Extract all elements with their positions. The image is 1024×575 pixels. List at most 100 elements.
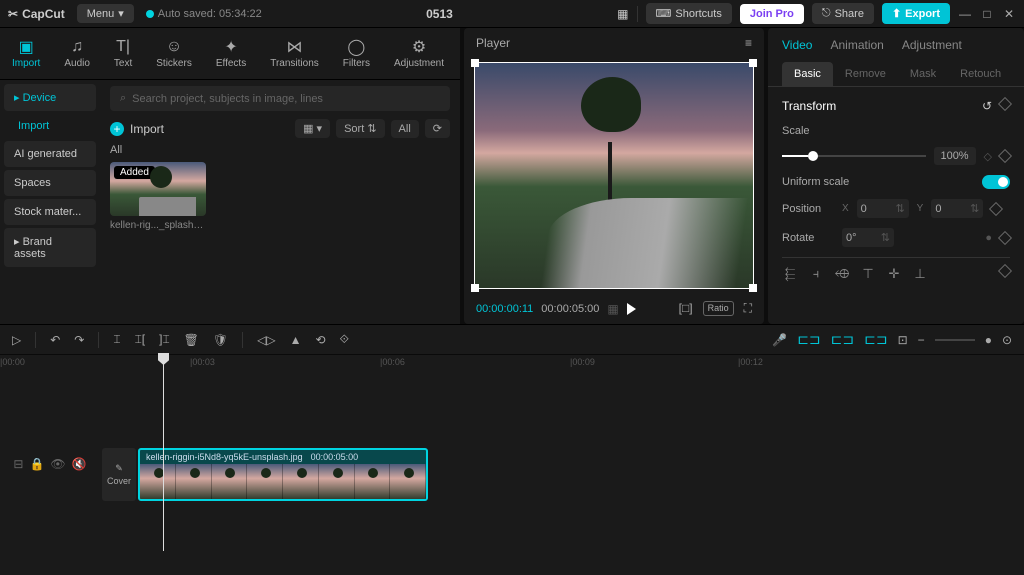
sidebar-item-device[interactable]: ▸ Device [4,84,96,111]
crop-icon[interactable]: ⟐ [340,332,349,347]
rotate-icon[interactable]: ⟲ [315,333,325,347]
subtab-basic[interactable]: Basic [782,62,833,86]
position-x-input[interactable]: 0⇅ [857,199,909,218]
search-input[interactable]: ⌕ Search project, subjects in image, lin… [110,86,450,111]
track-visible-icon[interactable]: 👁 [50,457,65,471]
sort-button[interactable]: Sort ⇅ [336,119,384,138]
split-right-icon[interactable]: ]⌶ [159,332,170,347]
timeline-ruler[interactable]: |00:00 |00:03 |00:06 |00:09 |00:12 [0,355,1024,373]
align-top-icon[interactable]: ⊤ [860,266,876,282]
marker-icon[interactable]: 🛡 [213,333,228,347]
subtab-mask[interactable]: Mask [898,62,948,86]
share-button[interactable]: ⎋ Share [812,3,874,24]
tab-import[interactable]: ▣Import [0,34,52,73]
keyframe-icon[interactable] [998,97,1012,111]
align-center-v-icon[interactable]: ✛ [886,266,902,282]
tab-filters[interactable]: ◯Filters [331,34,382,73]
focus-icon[interactable]: [□] [679,301,693,316]
resize-handle-bl[interactable] [471,284,479,292]
align-right-icon[interactable]: ⬲ [834,266,850,282]
play-button[interactable] [627,303,636,315]
flip-icon[interactable]: ▲ [290,333,302,347]
resize-handle-tl[interactable] [471,59,479,67]
media-thumbnail[interactable]: Added kellen-rig..._splash.jpg [110,162,206,231]
subtab-remove[interactable]: Remove [833,62,898,86]
snap-icon[interactable]: ⊏⊐ [864,331,887,348]
keyframe-icon[interactable] [989,201,1003,215]
props-tab-video[interactable]: Video [782,38,812,52]
subtab-retouch[interactable]: Retouch [948,62,1013,86]
playhead[interactable] [163,355,164,551]
delete-icon[interactable]: 🗑 [184,333,199,347]
settings-icon[interactable]: ⊙ [1002,333,1012,347]
resize-handle-tr[interactable] [749,59,757,67]
minimize-button[interactable]: ― [958,7,972,21]
tab-transitions[interactable]: ⋈Transitions [258,34,331,73]
select-tool-icon[interactable]: ▷ [12,333,21,347]
tab-effects[interactable]: ✦Effects [204,34,258,73]
preview-image[interactable] [474,62,754,289]
zoom-slider[interactable] [935,339,975,341]
props-tab-animation[interactable]: Animation [830,38,883,52]
resize-handle-br[interactable] [749,284,757,292]
tracks-area[interactable]: ✎ Cover kellen-riggin-i5Nd8-yq5kE-unspla… [100,373,1024,471]
rotate-dial-icon[interactable]: ● [985,232,992,244]
zoom-out-icon[interactable]: − [918,333,925,347]
import-button[interactable]: + Import [110,122,164,136]
maximize-button[interactable]: □ [980,7,994,21]
tab-text[interactable]: T|Text [102,34,144,73]
close-button[interactable]: ✕ [1002,7,1016,21]
align-center-h-icon[interactable]: ⫞ [808,266,824,282]
keyframe-icon[interactable] [998,264,1012,278]
keyframe-icon[interactable] [998,149,1012,163]
reset-icon[interactable]: ↺ [982,99,992,113]
filter-button[interactable]: ⟳ [425,119,450,138]
keyframe-icon[interactable] [998,230,1012,244]
mic-icon[interactable]: 🎤 [772,333,787,347]
fullscreen-icon[interactable]: ⛶ [744,301,752,316]
join-pro-button[interactable]: Join Pro [740,4,804,24]
layout-icon[interactable]: ▦ [617,7,628,21]
grid-view-button[interactable]: ▦ ▾ [295,119,330,138]
zoom-in-icon[interactable]: ● [985,333,992,347]
scale-value[interactable]: 100% [934,147,976,165]
sidebar-sub-import[interactable]: Import [4,114,96,138]
position-y-input[interactable]: 0⇅ [931,199,983,218]
stepper-icon[interactable]: ◇ [984,150,992,163]
tab-audio[interactable]: ♫Audio [52,34,102,73]
sidebar-item-spaces[interactable]: Spaces [4,170,96,196]
timeline-clip[interactable]: kellen-riggin-i5Nd8-yq5kE-unsplash.jpg 0… [138,448,428,501]
redo-icon[interactable]: ↷ [74,333,84,347]
ratio-button[interactable]: Ratio [703,301,734,316]
export-button[interactable]: ⬆ Export [882,3,950,24]
link-icon[interactable]: ⊏⊐ [831,331,854,348]
align-bottom-icon[interactable]: ⊥ [912,266,928,282]
player-menu-icon[interactable]: ≡ [745,36,752,50]
player-canvas[interactable] [464,58,764,293]
tab-stickers[interactable]: ☺Stickers [144,34,204,73]
split-icon[interactable]: ⌶ [113,332,120,347]
sidebar-item-brand[interactable]: ▸ Brand assets [4,228,96,267]
thumbnail-image: Added [110,162,206,216]
undo-icon[interactable]: ↶ [50,333,60,347]
track-mute-icon[interactable]: 🔇 [72,457,87,471]
sidebar-item-ai[interactable]: AI generated [4,141,96,167]
magnet-icon[interactable]: ⊏⊐ [797,331,820,348]
split-left-icon[interactable]: ⌶[ [135,332,146,347]
track-collapse-icon[interactable]: ⊟ [13,457,23,471]
menu-button[interactable]: Menu ▾ [77,4,134,23]
filter-all-button[interactable]: All [391,120,419,138]
mirror-icon[interactable]: ◁▷ [257,333,275,347]
track-lock-icon[interactable]: 🔒 [29,457,44,471]
tab-adjustment[interactable]: ⚙Adjustment [382,34,456,73]
thumbnail-grid-icon[interactable]: ▦ [607,302,618,316]
sidebar-item-stock[interactable]: Stock mater... [4,199,96,225]
rotate-input[interactable]: 0°⇅ [842,228,894,247]
props-tab-adjustment[interactable]: Adjustment [902,38,962,52]
cover-button[interactable]: ✎ Cover [102,448,136,501]
uniform-toggle[interactable] [982,175,1010,189]
scale-slider[interactable] [782,155,926,157]
shortcuts-button[interactable]: ⌨ Shortcuts [646,3,732,24]
align-left-icon[interactable]: ⬱ [782,266,798,282]
preview-icon[interactable]: ⊡ [898,333,908,347]
